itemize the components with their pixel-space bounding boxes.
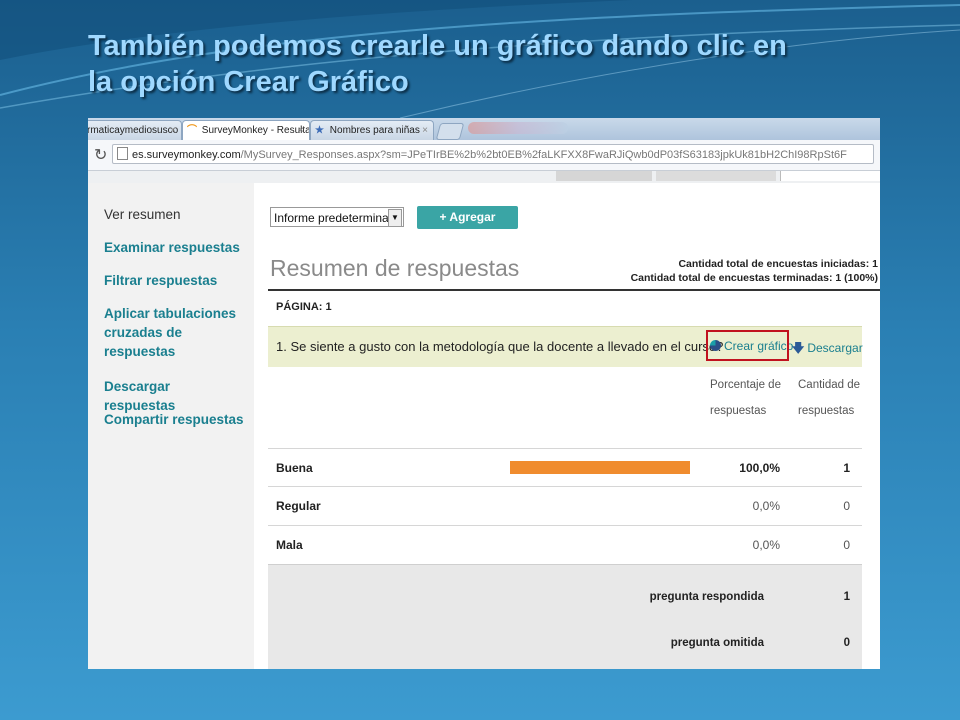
dropdown-arrow-icon[interactable]: ▼: [388, 209, 402, 227]
response-bar-track: [510, 499, 690, 512]
create-chart-highlight-box: [706, 330, 789, 361]
slide-title: También podemos crearle un gráfico dando…: [88, 28, 908, 100]
row-percent: 0,0%: [752, 538, 780, 552]
row-label: Mala: [276, 538, 303, 552]
row-count: 0: [843, 499, 850, 513]
question-text: 1. Se siente a gusto con la metodología …: [276, 339, 724, 354]
divider: [268, 289, 880, 291]
add-report-button[interactable]: + Agregar informe: [417, 206, 518, 247]
url-input[interactable]: es.surveymonkey.com/MySurvey_Responses.a…: [112, 144, 874, 164]
table-footer: pregunta respondida 1 pregunta omitida 0: [268, 564, 862, 669]
response-bar-track: [510, 538, 690, 551]
answered-label: pregunta respondida: [649, 591, 764, 603]
table-row: Mala 0,0% 0: [268, 525, 862, 564]
reload-icon[interactable]: ↻: [94, 145, 107, 165]
tab-close-icon[interactable]: ×: [170, 121, 176, 140]
question-header: 1. Se siente a gusto con la metodología …: [268, 326, 863, 367]
row-label: Regular: [276, 499, 321, 513]
browser-tab-nombres[interactable]: ★ Nombres para niñas ×: [310, 120, 434, 140]
total-started: Cantidad total de encuestas iniciadas: 1: [678, 258, 878, 270]
survey-totals: Cantidad total de encuestas iniciadas: 1…: [631, 257, 878, 285]
new-tab-button[interactable]: [435, 123, 465, 140]
column-header-percent-line-2: respuestas: [710, 405, 767, 417]
skipped-label: pregunta omitida: [670, 637, 764, 649]
total-finished: Cantidad total de encuestas terminadas: …: [630, 272, 878, 284]
url-path: /MySurvey_Responses.aspx?sm=JPeTIrBE%2b%…: [240, 149, 847, 161]
url-host: es.surveymonkey.com: [132, 149, 241, 161]
sidebar-item-tabulaciones[interactable]: Aplicar tabulaciones cruzadas de respues…: [104, 304, 244, 361]
blurred-region: [468, 122, 568, 134]
sidebar-item-examinar[interactable]: Examinar respuestas: [104, 238, 244, 257]
sidebar: Ver resumen Examinar respuestas Filtrar …: [88, 183, 255, 669]
row-count: 0: [843, 538, 850, 552]
download-label: Descargar: [807, 341, 863, 355]
browser-tab-bar: rmaticaymediosusco · × ⌒ SurveyMonkey - …: [88, 118, 880, 140]
response-bar-track: [510, 461, 690, 474]
column-header-percent-line-1: Porcentaje de: [710, 379, 781, 391]
nav-tab-active-placeholder[interactable]: [780, 171, 880, 181]
tab-close-icon[interactable]: ×: [422, 121, 428, 140]
column-header-count: Cantidad de respuestas: [798, 372, 860, 424]
skipped-value: 0: [843, 637, 850, 649]
main-content: Informe predeterminado ▼ + Agregar infor…: [254, 183, 880, 669]
browser-tab-informatica[interactable]: rmaticaymediosusco · ×: [88, 120, 182, 140]
table-row: Buena 100,0% 1: [268, 448, 862, 487]
row-percent: 0,0%: [752, 499, 780, 513]
column-header-percent: Porcentaje de respuestas: [710, 372, 781, 424]
report-select[interactable]: Informe predeterminado ▼: [270, 207, 404, 227]
nav-tab-placeholder[interactable]: [556, 171, 652, 181]
site-top-strip: [88, 171, 880, 183]
sidebar-item-filtrar[interactable]: Filtrar respuestas: [104, 271, 244, 290]
browser-tab-surveymonkey[interactable]: ⌒ SurveyMonkey - Resultado ×: [182, 120, 310, 140]
surveymonkey-logo-icon: ⌒: [187, 125, 197, 136]
slide-title-line-1: También podemos crearle un gráfico dando…: [88, 30, 787, 62]
page-label: PÁGINA: 1: [276, 301, 332, 313]
address-bar: ↻ es.surveymonkey.com/MySurvey_Responses…: [88, 140, 880, 171]
download-arrow-icon: 🡇: [792, 341, 805, 355]
response-bar: [510, 461, 690, 474]
column-header-count-line-1: Cantidad de: [798, 379, 861, 391]
browser-screenshot: rmaticaymediosusco · × ⌒ SurveyMonkey - …: [88, 118, 880, 669]
results-table: Porcentaje de respuestas Cantidad de res…: [268, 366, 862, 669]
report-select-value: Informe predeterminado: [274, 211, 403, 225]
answered-value: 1: [843, 591, 850, 603]
slide-title-line-2: la opción Crear Gráfico: [88, 66, 409, 98]
row-count: 1: [843, 461, 850, 475]
row-label: Buena: [276, 461, 313, 475]
star-icon: ★: [315, 125, 324, 136]
nav-tab-placeholder[interactable]: [656, 171, 776, 181]
tab-label: SurveyMonkey - Resultado: [201, 125, 310, 136]
tab-label: Nombres para niñas: [329, 125, 420, 136]
page-title: Resumen de respuestas: [270, 255, 520, 281]
download-link[interactable]: 🡇 Descargar: [792, 339, 863, 360]
row-percent: 100,0%: [739, 461, 780, 475]
sidebar-item-ver-resumen[interactable]: Ver resumen: [104, 205, 244, 224]
column-header-count-line-2: respuestas: [798, 405, 855, 417]
page-icon: [117, 147, 128, 160]
sidebar-item-compartir[interactable]: Compartir respuestas: [104, 410, 244, 429]
tab-label: rmaticaymediosusco ·: [88, 125, 182, 136]
table-row: Regular 0,0% 0: [268, 486, 862, 525]
tab-close-icon[interactable]: ×: [298, 121, 304, 140]
